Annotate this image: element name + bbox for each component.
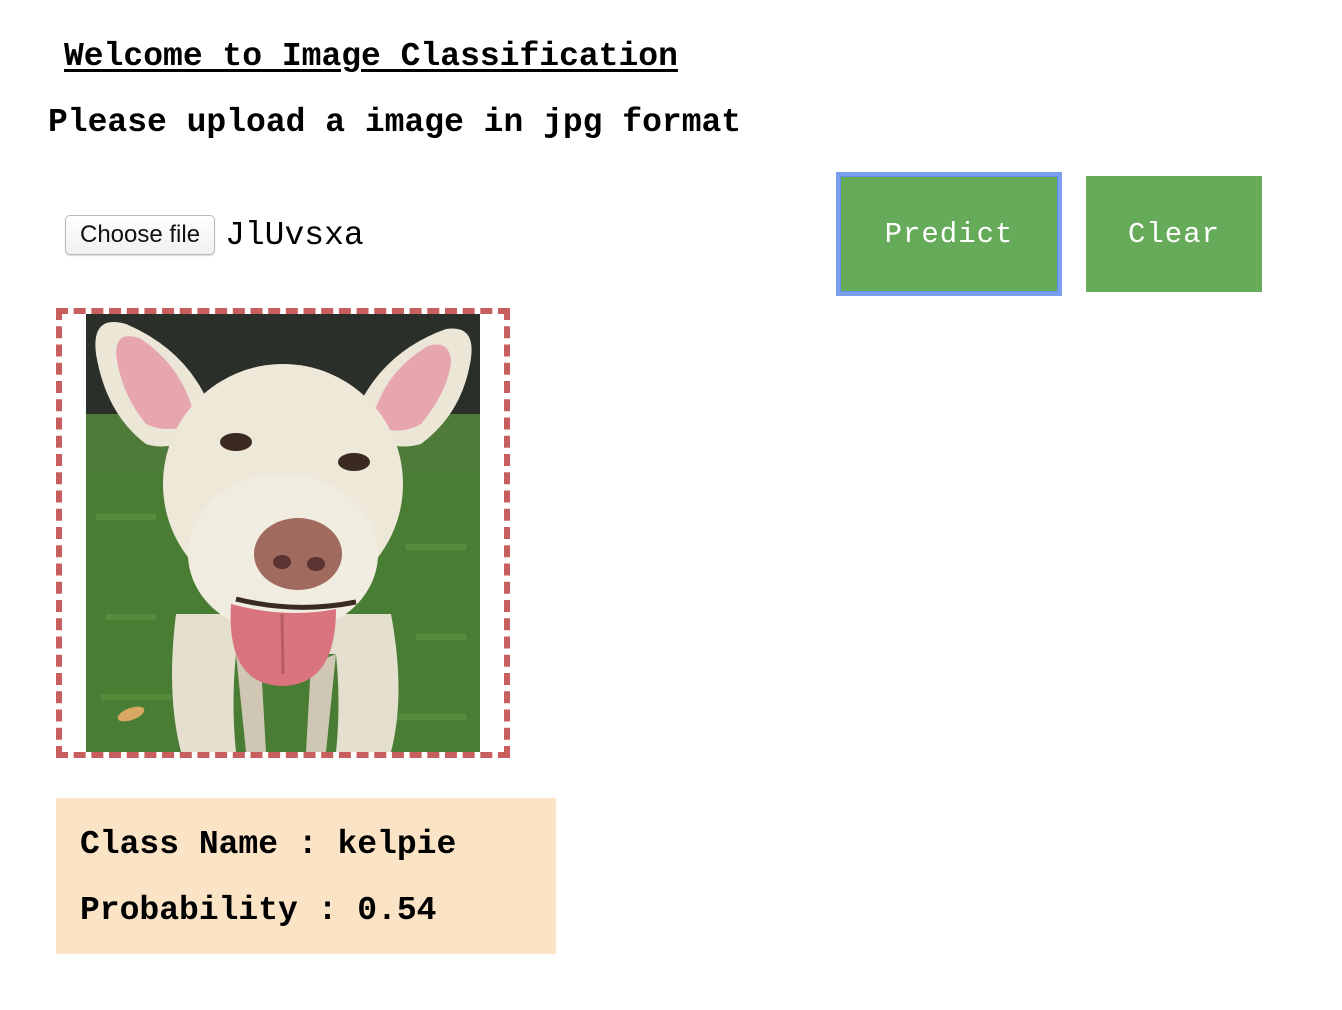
- prediction-result-box: Class Name : kelpie Probability : 0.54: [56, 798, 556, 954]
- probability-result: Probability : 0.54: [80, 892, 437, 929]
- clear-button[interactable]: Clear: [1086, 176, 1262, 292]
- file-input[interactable]: Choose file JlUvsxa: [65, 215, 364, 255]
- upload-instructions: Please upload a image in jpg format: [48, 104, 742, 141]
- page-title: Welcome to Image Classification: [64, 38, 678, 75]
- class-name-result: Class Name : kelpie: [80, 826, 457, 863]
- selected-file-name: JlUvsxa: [225, 216, 364, 254]
- choose-file-button[interactable]: Choose file: [65, 215, 216, 255]
- predict-button[interactable]: Predict: [836, 172, 1062, 296]
- image-preview-frame: [56, 308, 510, 758]
- uploaded-dog-image: [86, 314, 480, 752]
